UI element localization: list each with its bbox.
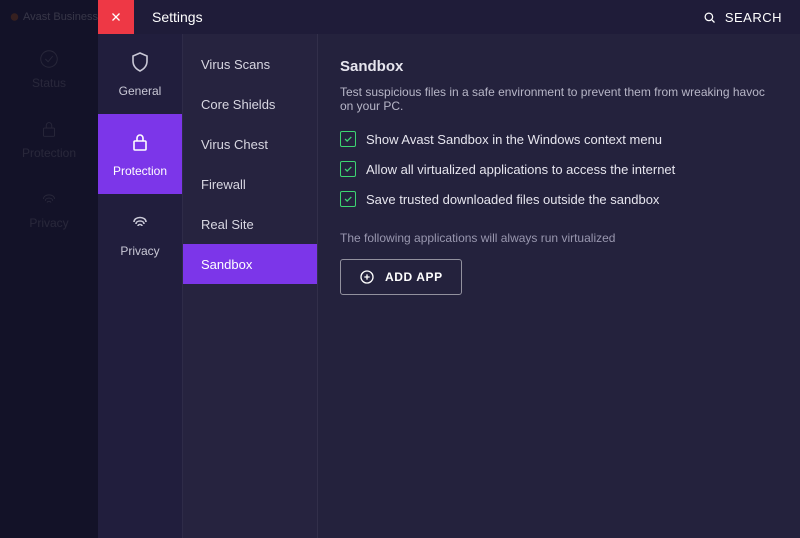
virtualized-note: The following applications will always r… [340,231,778,245]
content-description: Test suspicious files in a safe environm… [340,85,778,113]
content-heading: Sandbox [340,58,778,75]
check-circle-icon [38,48,60,70]
option-save-outside: Save trusted downloaded files outside th… [340,191,778,207]
brand: Avast Business [0,0,98,34]
check-icon [343,194,353,204]
category-label: Privacy [120,244,159,258]
option-context-menu: Show Avast Sandbox in the Windows contex… [340,131,778,147]
brand-name: Avast Business [23,11,98,23]
search-icon [702,10,717,25]
settings-panel: Settings SEARCH General Protection [98,0,800,538]
lock-icon [128,130,152,154]
main-nav-label: Privacy [29,216,68,230]
checkbox-internet-access[interactable] [340,161,356,177]
option-internet-access: Allow all virtualized applications to ac… [340,161,778,177]
close-icon [109,10,123,24]
subnav-virus-scans[interactable]: Virus Scans [183,44,317,84]
search-label: SEARCH [725,10,782,25]
lock-icon [38,118,60,140]
category-privacy[interactable]: Privacy [98,194,182,274]
category-label: General [119,84,162,98]
category-label: Protection [113,164,167,178]
main-nav-protection[interactable]: Protection [0,104,98,174]
fingerprint-icon [128,210,152,234]
settings-content: Sandbox Test suspicious files in a safe … [318,34,800,538]
category-protection[interactable]: Protection [98,114,182,194]
plus-circle-icon [359,269,375,285]
check-icon [343,164,353,174]
search-button[interactable]: SEARCH [702,10,800,25]
main-sidebar: Avast Business Status Protection Privacy [0,0,98,538]
subnav-sidebar: Virus Scans Core Shields Virus Chest Fir… [183,34,318,538]
subnav-core-shields[interactable]: Core Shields [183,84,317,124]
option-label: Allow all virtualized applications to ac… [366,162,675,177]
main-nav-status[interactable]: Status [0,34,98,104]
shield-icon [128,50,152,74]
option-label: Show Avast Sandbox in the Windows contex… [366,132,662,147]
subnav-sandbox[interactable]: Sandbox [183,244,317,284]
add-app-label: ADD APP [385,270,443,284]
subnav-firewall[interactable]: Firewall [183,164,317,204]
subnav-real-site[interactable]: Real Site [183,204,317,244]
main-nav-label: Status [32,76,66,90]
settings-title: Settings [134,9,203,25]
close-button[interactable] [98,0,134,34]
fingerprint-icon [38,188,60,210]
category-general[interactable]: General [98,34,182,114]
settings-header: Settings SEARCH [98,0,800,34]
check-icon [343,134,353,144]
main-nav-privacy[interactable]: Privacy [0,174,98,244]
checkbox-save-outside[interactable] [340,191,356,207]
subnav-virus-chest[interactable]: Virus Chest [183,124,317,164]
category-sidebar: General Protection Privacy [98,34,183,538]
checkbox-context-menu[interactable] [340,131,356,147]
add-app-button[interactable]: ADD APP [340,259,462,295]
option-label: Save trusted downloaded files outside th… [366,192,659,207]
avast-logo-icon [10,10,19,24]
main-nav-label: Protection [22,146,76,160]
